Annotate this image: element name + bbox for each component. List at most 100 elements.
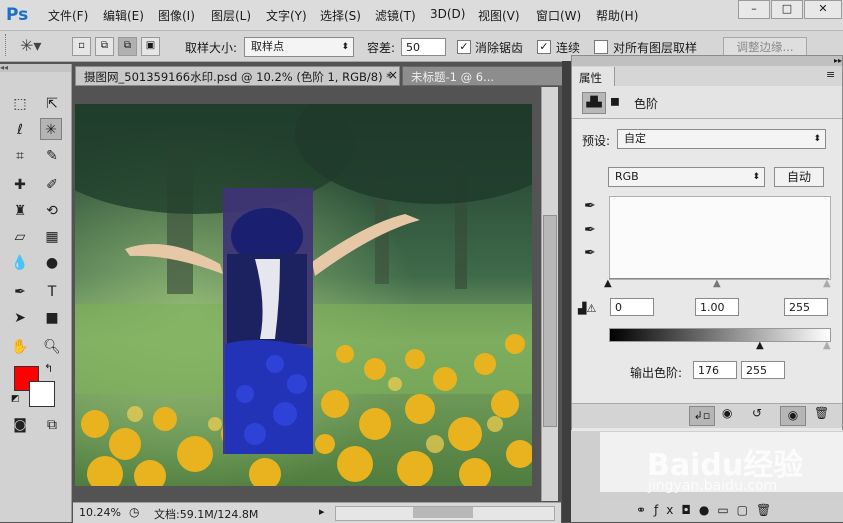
rectangle-tool-icon[interactable]: ■ bbox=[41, 307, 63, 329]
clone-stamp-tool-icon[interactable]: ♜ bbox=[9, 200, 31, 222]
document-size: 文档:59.1M/124.8M bbox=[154, 508, 259, 521]
input-white-slider[interactable]: ▲ bbox=[823, 278, 831, 289]
zoom-tool-icon[interactable]: 🔍︎ bbox=[41, 336, 63, 358]
lasso-tool-icon[interactable]: ℓ bbox=[9, 119, 31, 141]
close-window-button[interactable]: ✕ bbox=[804, 0, 842, 19]
output-black-field[interactable]: 176 bbox=[693, 361, 737, 379]
delete-icon[interactable]: 🗑︎ bbox=[814, 406, 829, 420]
preset-select[interactable]: 自定 ⬍ bbox=[617, 129, 826, 149]
move-tool-icon[interactable]: ⇱ bbox=[41, 93, 63, 115]
sample-all-layers-label: 对所有图层取样 bbox=[613, 41, 698, 55]
status-icon[interactable]: ◷ bbox=[129, 505, 139, 519]
visibility-icon[interactable]: ◉ bbox=[780, 406, 806, 426]
view-previous-icon[interactable]: ◉ bbox=[722, 406, 732, 420]
menu-help[interactable]: 帮助(H) bbox=[596, 7, 638, 24]
eraser-tool-icon[interactable]: ▱ bbox=[9, 226, 31, 248]
menu-view[interactable]: 视图(V) bbox=[478, 7, 520, 24]
gradient-tool-icon[interactable]: ▦ bbox=[41, 226, 63, 248]
layers-footer-icons[interactable]: ⚭ƒx◘●▭▢🗑︎ bbox=[600, 500, 843, 522]
quick-mask-icon[interactable]: ◙ bbox=[9, 414, 31, 436]
mask-icon[interactable]: ◼ bbox=[610, 94, 620, 108]
output-levels-label: 输出色阶: bbox=[630, 366, 683, 380]
refine-edge-button[interactable]: 调整边缘... bbox=[723, 37, 807, 57]
input-gamma-slider[interactable]: ▲ bbox=[713, 278, 721, 289]
magic-wand-tool-icon[interactable]: ✳ bbox=[40, 118, 62, 140]
tab-document-2[interactable]: 未标题-1 @ 6... bbox=[402, 66, 570, 86]
sample-size-label: 取样大小: bbox=[185, 41, 238, 55]
clip-to-layer-icon[interactable]: ↲▫ bbox=[689, 406, 715, 426]
brush-tool-icon[interactable]: ✐ bbox=[41, 174, 63, 196]
blur-tool-icon[interactable]: 💧 bbox=[9, 252, 31, 274]
background-color-swatch[interactable] bbox=[29, 381, 55, 407]
maximize-button[interactable]: □ bbox=[771, 0, 803, 19]
clipping-warning-icon[interactable]: ▟⚠ bbox=[578, 302, 596, 315]
default-colors-icon[interactable]: ◩ bbox=[11, 394, 20, 404]
menu-file[interactable]: 文件(F) bbox=[48, 7, 88, 24]
photo-image bbox=[75, 104, 532, 486]
anti-alias-label: 消除锯齿 bbox=[475, 41, 524, 55]
new-selection-icon[interactable]: ▫ bbox=[72, 37, 91, 56]
tab-close-icon[interactable]: × bbox=[388, 68, 398, 82]
marquee-tool-icon[interactable]: ⬚ bbox=[9, 93, 31, 115]
menu-filter[interactable]: 滤镜(T) bbox=[375, 7, 416, 24]
preset-updown-icon: ⬍ bbox=[813, 134, 821, 144]
menu-select[interactable]: 选择(S) bbox=[320, 7, 361, 24]
black-point-eyedropper-icon[interactable]: ✒ bbox=[584, 198, 596, 214]
intersect-selection-icon[interactable]: ▣ bbox=[141, 37, 160, 56]
input-black-field[interactable]: 0 bbox=[610, 298, 654, 316]
channel-value: RGB bbox=[615, 170, 639, 183]
horizontal-scroll-thumb[interactable] bbox=[413, 507, 473, 518]
history-brush-tool-icon[interactable]: ⟲ bbox=[41, 200, 63, 222]
menu-type[interactable]: 文字(Y) bbox=[266, 7, 307, 24]
path-selection-tool-icon[interactable]: ➤ bbox=[9, 307, 31, 329]
histogram bbox=[609, 196, 831, 280]
contiguous-checkbox[interactable]: ✓ bbox=[537, 40, 551, 54]
zoom-level[interactable]: 10.24% bbox=[79, 506, 121, 519]
sample-size-select[interactable]: 取样点 ⬍ bbox=[244, 37, 354, 57]
levels-adjustment-icon[interactable]: ▟▙ bbox=[582, 92, 606, 114]
sample-all-layers-checkbox[interactable] bbox=[594, 40, 608, 54]
menu-layer[interactable]: 图层(L) bbox=[211, 7, 251, 24]
menu-3d[interactable]: 3D(D) bbox=[430, 7, 465, 21]
output-white-slider[interactable]: ▲ bbox=[823, 340, 831, 351]
gray-point-eyedropper-icon[interactable]: ✒ bbox=[584, 222, 596, 238]
panel-collapse-bar[interactable]: ▸▸ bbox=[572, 56, 842, 66]
white-point-eyedropper-icon[interactable]: ✒ bbox=[584, 245, 596, 261]
type-tool-icon[interactable]: T bbox=[41, 281, 63, 303]
screen-mode-icon[interactable]: ⧉ bbox=[41, 414, 63, 436]
dodge-tool-icon[interactable]: ● bbox=[41, 252, 63, 274]
channel-select[interactable]: RGB ⬍ bbox=[608, 167, 765, 187]
swap-colors-icon[interactable]: ↰ bbox=[44, 362, 53, 375]
menu-edit[interactable]: 编辑(E) bbox=[103, 7, 144, 24]
tab-document-1[interactable]: 摄图网_501359166水印.psd @ 10.2% (色阶 1, RGB/8… bbox=[75, 66, 400, 86]
status-menu-arrow-icon[interactable]: ▸ bbox=[319, 505, 325, 518]
panel-menu-icon[interactable]: ≡ bbox=[826, 68, 835, 81]
crop-tool-icon[interactable]: ⌗ bbox=[9, 145, 31, 167]
subtract-selection-icon[interactable]: ⧉ bbox=[118, 37, 137, 56]
hand-tool-icon[interactable]: ✋ bbox=[9, 336, 31, 358]
contiguous-label: 连续 bbox=[556, 41, 581, 55]
reset-icon[interactable]: ↺ bbox=[752, 406, 762, 420]
vertical-scroll-thumb[interactable] bbox=[543, 215, 557, 427]
pen-tool-icon[interactable]: ✒ bbox=[9, 281, 31, 303]
properties-tab[interactable]: 属性 bbox=[572, 67, 615, 86]
output-white-field[interactable]: 255 bbox=[741, 361, 785, 379]
photoshop-logo: Ps bbox=[6, 5, 29, 25]
magic-wand-preset-icon[interactable]: ✳▾ bbox=[20, 35, 46, 57]
auto-button[interactable]: 自动 bbox=[774, 167, 824, 187]
tolerance-input[interactable]: 50 bbox=[401, 38, 446, 56]
add-selection-icon[interactable]: ⧉ bbox=[95, 37, 114, 56]
output-black-slider[interactable]: ▲ bbox=[756, 340, 764, 351]
input-black-slider[interactable]: ▲ bbox=[604, 278, 612, 289]
input-gamma-field[interactable]: 1.00 bbox=[695, 298, 739, 316]
input-white-field[interactable]: 255 bbox=[784, 298, 828, 316]
options-grip[interactable] bbox=[5, 34, 9, 56]
minimize-button[interactable]: – bbox=[738, 0, 770, 19]
anti-alias-checkbox[interactable]: ✓ bbox=[457, 40, 471, 54]
menu-window[interactable]: 窗口(W) bbox=[536, 7, 581, 24]
menu-image[interactable]: 图像(I) bbox=[158, 7, 195, 24]
eyedropper-tool-icon[interactable]: ✎ bbox=[41, 145, 63, 167]
toolbox-header[interactable]: ◂◂ bbox=[0, 64, 71, 72]
document-canvas[interactable] bbox=[75, 104, 532, 486]
healing-brush-tool-icon[interactable]: ✚ bbox=[9, 174, 31, 196]
